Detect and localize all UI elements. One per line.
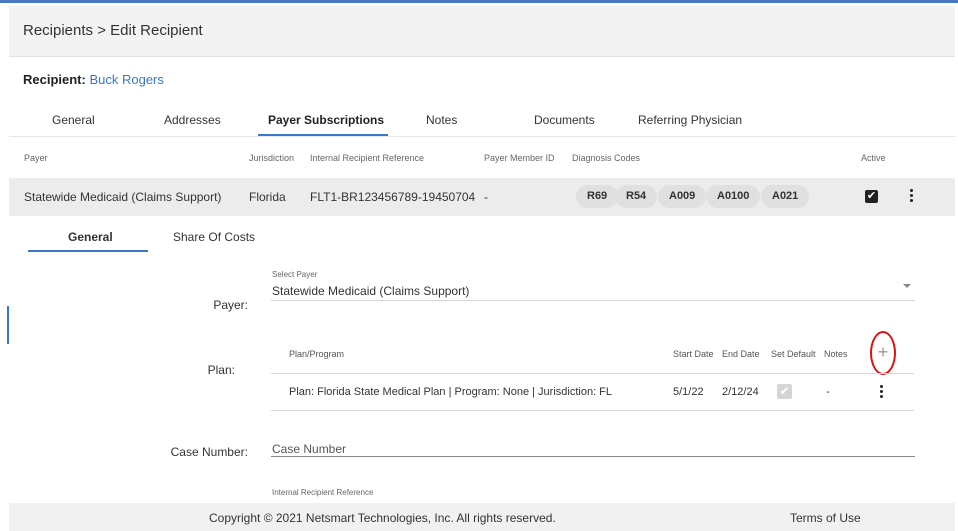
select-payer-caption: Select Payer bbox=[272, 270, 318, 279]
recipient-label: Recipient: bbox=[23, 72, 86, 87]
breadcrumb-recipients-link[interactable]: Recipients bbox=[23, 22, 93, 39]
payer-field-label: Payer: bbox=[213, 298, 248, 312]
tab-notes[interactable]: Notes bbox=[426, 113, 457, 127]
row-jurisdiction: Florida bbox=[249, 190, 286, 204]
case-number-underline bbox=[271, 456, 915, 457]
active-subtab-indicator bbox=[28, 250, 148, 252]
edge-marker bbox=[7, 306, 9, 344]
row-payer: Statewide Medicaid (Claims Support) bbox=[24, 190, 222, 204]
recipient-line: Recipient: Buck Rogers bbox=[23, 72, 164, 87]
subscription-subtabs: General Share Of Costs bbox=[9, 218, 955, 254]
plan-header-divider bbox=[271, 373, 914, 374]
payer-select-underline bbox=[271, 300, 915, 301]
plan-col-notes: Notes bbox=[824, 349, 848, 359]
tab-referring-physician[interactable]: Referring Physician bbox=[638, 113, 742, 127]
tab-payer-subscriptions[interactable]: Payer Subscriptions bbox=[268, 113, 384, 127]
diagnosis-chip: R54 bbox=[615, 185, 658, 208]
active-tab-indicator bbox=[258, 134, 388, 136]
payer-select[interactable]: Statewide Medicaid (Claims Support) bbox=[272, 284, 469, 298]
plan-col-end: End Date bbox=[722, 349, 760, 359]
col-member-id: Payer Member ID bbox=[484, 153, 555, 163]
plan-col-start: Start Date bbox=[673, 349, 714, 359]
diagnosis-chip: R69 bbox=[576, 185, 619, 208]
tab-general[interactable]: General bbox=[52, 113, 95, 127]
diagnosis-chip: A021 bbox=[761, 185, 810, 208]
tab-documents[interactable]: Documents bbox=[534, 113, 595, 127]
tab-addresses[interactable]: Addresses bbox=[164, 113, 221, 127]
terms-of-use-link[interactable]: Terms of Use bbox=[790, 511, 861, 525]
plan-row-notes: - bbox=[826, 386, 830, 398]
subscriptions-table-header: Payer Jurisdiction Internal Recipient Re… bbox=[9, 140, 955, 178]
copyright-text: Copyright © 2021 Netsmart Technologies, … bbox=[209, 511, 556, 525]
plan-row-program: Plan: Florida State Medical Plan | Progr… bbox=[289, 386, 613, 398]
breadcrumb: Recipients > Edit Recipient bbox=[23, 22, 203, 39]
set-default-checkbox[interactable]: ✔ bbox=[777, 384, 792, 399]
row-internal-ref: FLT1-BR123456789-19450704 bbox=[310, 190, 476, 204]
internal-ref-caption: Internal Recipient Reference bbox=[272, 488, 374, 497]
plan-row-start: 5/1/22 bbox=[673, 386, 704, 398]
col-active: Active bbox=[861, 153, 886, 163]
page-footer: Copyright © 2021 Netsmart Technologies, … bbox=[9, 503, 955, 531]
plan-col-program: Plan/Program bbox=[289, 349, 345, 359]
row-member-id: - bbox=[484, 190, 488, 204]
diagnosis-chip: A009 bbox=[658, 185, 707, 208]
breadcrumb-current: Edit Recipient bbox=[110, 22, 203, 39]
subtab-general[interactable]: General bbox=[68, 230, 113, 244]
subtab-share-of-costs[interactable]: Share Of Costs bbox=[173, 230, 255, 244]
plan-row-more-icon[interactable] bbox=[879, 385, 885, 401]
page-header: Recipients > Edit Recipient bbox=[9, 6, 955, 57]
plan-col-set-default: Set Default bbox=[771, 349, 816, 359]
chevron-down-icon[interactable] bbox=[903, 284, 911, 288]
top-accent-line bbox=[0, 0, 958, 3]
col-payer: Payer bbox=[24, 153, 48, 163]
row-more-icon[interactable] bbox=[909, 189, 915, 205]
col-diagnosis: Diagnosis Codes bbox=[572, 153, 641, 163]
add-plan-icon[interactable]: + bbox=[870, 331, 896, 375]
case-number-label: Case Number: bbox=[170, 445, 248, 459]
breadcrumb-separator: > bbox=[97, 22, 106, 39]
active-checkbox[interactable]: ✔ bbox=[865, 190, 878, 203]
plan-field-label: Plan: bbox=[207, 363, 235, 377]
case-number-input[interactable]: Case Number bbox=[272, 442, 346, 456]
col-internal-ref: Internal Recipient Reference bbox=[310, 153, 425, 163]
diagnosis-chip: A0100 bbox=[706, 185, 761, 208]
recipient-name-link[interactable]: Buck Rogers bbox=[89, 72, 163, 87]
recipient-tabs: General Addresses Payer Subscriptions No… bbox=[9, 104, 955, 137]
plan-row-end: 2/12/24 bbox=[722, 386, 759, 398]
plan-row-divider bbox=[271, 410, 914, 411]
col-jurisdiction: Jurisdiction bbox=[249, 153, 295, 163]
table-row[interactable]: Statewide Medicaid (Claims Support) Flor… bbox=[9, 178, 955, 216]
